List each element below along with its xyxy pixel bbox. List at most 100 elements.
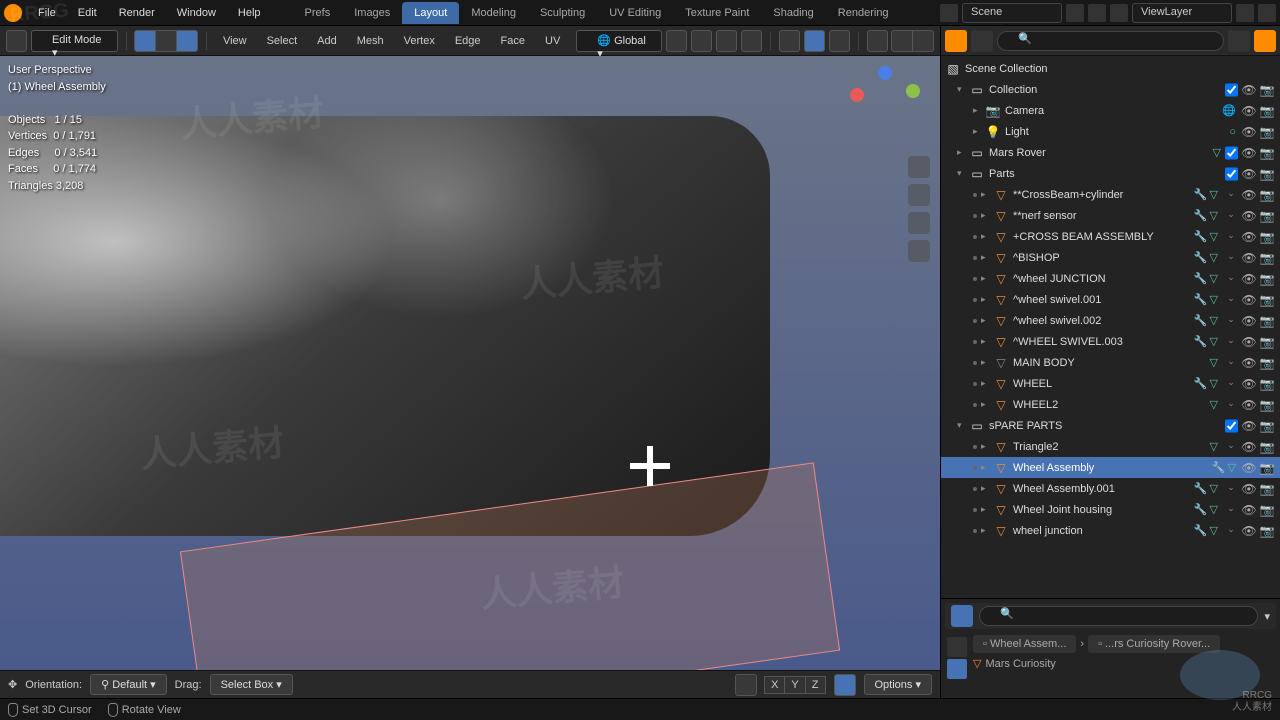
- scene-icon[interactable]: [940, 4, 958, 22]
- expand-toggle-icon[interactable]: ⌄: [1222, 251, 1240, 265]
- data-icon[interactable]: 🌐: [1222, 104, 1236, 117]
- snap-target-icon[interactable]: [716, 30, 737, 52]
- data-icon[interactable]: ▽: [1210, 377, 1218, 390]
- viewport-menu-edge[interactable]: Edge: [447, 31, 489, 51]
- orientation-move-icon[interactable]: ✥: [8, 678, 17, 691]
- snap-magnet-icon[interactable]: [691, 30, 712, 52]
- wrench-icon[interactable]: 🔧: [1194, 272, 1208, 285]
- disclosure-arrow-icon[interactable]: ▸: [981, 483, 993, 494]
- orientation-dropdown[interactable]: 🌐 Global ▾: [576, 30, 662, 52]
- render-toggle-icon[interactable]: 📷: [1258, 335, 1276, 349]
- visibility-toggle-icon[interactable]: 👁: [1240, 356, 1258, 370]
- render-toggle-icon[interactable]: 📷: [1258, 83, 1276, 97]
- viewport-menu-mesh[interactable]: Mesh: [349, 31, 392, 51]
- breadcrumb-object[interactable]: ▫ Wheel Assem...: [973, 635, 1076, 653]
- tree-row[interactable]: ▸▽Triangle2▽⌄👁📷: [941, 436, 1280, 457]
- wrench-icon[interactable]: 🔧: [1194, 230, 1208, 243]
- viewport-canvas[interactable]: User Perspective (1) Wheel Assembly Obje…: [0, 56, 940, 670]
- wireframe-shading-icon[interactable]: [891, 30, 913, 52]
- visibility-toggle-icon[interactable]: 👁: [1240, 104, 1258, 118]
- render-toggle-icon[interactable]: 📷: [1258, 125, 1276, 139]
- expand-toggle-icon[interactable]: ⌄: [1222, 377, 1240, 391]
- data-icon[interactable]: ▽: [1210, 398, 1218, 411]
- outliner-tree[interactable]: ▧ Scene Collection ▾▭Collection👁📷▸📷Camer…: [941, 56, 1280, 598]
- data-icon[interactable]: ▽: [1210, 272, 1218, 285]
- render-toggle-icon[interactable]: 📷: [1258, 293, 1276, 307]
- disclosure-arrow-icon[interactable]: ▸: [981, 462, 993, 473]
- menu-edit[interactable]: Edit: [68, 3, 107, 23]
- visibility-toggle-icon[interactable]: 👁: [1240, 440, 1258, 454]
- disclosure-arrow-icon[interactable]: ▸: [981, 294, 993, 305]
- data-icon[interactable]: ▽: [1210, 440, 1218, 453]
- viewport-menu-select[interactable]: Select: [259, 31, 306, 51]
- disclosure-arrow-icon[interactable]: ▸: [981, 378, 993, 389]
- render-toggle-icon[interactable]: 📷: [1258, 419, 1276, 433]
- render-toggle-icon[interactable]: 📷: [1258, 272, 1276, 286]
- disclosure-arrow-icon[interactable]: ▸: [981, 315, 993, 326]
- workspace-tab-layout[interactable]: Layout: [402, 2, 459, 24]
- menu-window[interactable]: Window: [167, 3, 226, 23]
- menu-help[interactable]: Help: [228, 3, 271, 23]
- data-icon[interactable]: ▽: [1210, 188, 1218, 201]
- expand-toggle-icon[interactable]: ⌄: [1222, 230, 1240, 244]
- overlays-icon[interactable]: [829, 30, 850, 52]
- expand-toggle-icon[interactable]: ⌄: [1222, 503, 1240, 517]
- disclosure-arrow-icon[interactable]: ▸: [981, 336, 993, 347]
- axis-y-toggle[interactable]: Y: [784, 676, 805, 694]
- tree-row[interactable]: ▸▽^wheel swivel.001🔧▽⌄👁📷: [941, 289, 1280, 310]
- data-icon[interactable]: ▽: [1210, 356, 1218, 369]
- workspace-tab-rendering[interactable]: Rendering: [826, 2, 901, 24]
- disclosure-arrow-icon[interactable]: ▸: [981, 210, 993, 221]
- disclosure-arrow-icon[interactable]: ▸: [981, 441, 993, 452]
- outliner-editor-icon[interactable]: [945, 30, 967, 52]
- props-search-input[interactable]: 🔍: [979, 606, 1258, 626]
- props-editor-icon[interactable]: [951, 605, 973, 627]
- render-toggle-icon[interactable]: 📷: [1258, 440, 1276, 454]
- data-icon[interactable]: ▽: [1210, 335, 1218, 348]
- disclosure-arrow-icon[interactable]: ▾: [957, 420, 969, 431]
- wrench-icon[interactable]: 🔧: [1194, 377, 1208, 390]
- workspace-tab-uv-editing[interactable]: UV Editing: [597, 2, 673, 24]
- visibility-toggle-icon[interactable]: 👁: [1240, 146, 1258, 160]
- tree-row[interactable]: ▸▽Wheel Joint housing🔧▽⌄👁📷: [941, 499, 1280, 520]
- pivot-icon[interactable]: [666, 30, 687, 52]
- viewlayer-delete-icon[interactable]: [1258, 4, 1276, 22]
- new-collection-icon[interactable]: [1254, 30, 1276, 52]
- axis-y-icon[interactable]: [906, 84, 920, 98]
- expand-toggle-icon[interactable]: ⌄: [1222, 398, 1240, 412]
- visibility-toggle-icon[interactable]: 👁: [1240, 335, 1258, 349]
- workspace-tab-prefs[interactable]: Prefs: [293, 2, 343, 24]
- automerge-icon[interactable]: [834, 674, 856, 696]
- visibility-toggle-icon[interactable]: 👁: [1240, 188, 1258, 202]
- data-icon[interactable]: ▽: [1210, 230, 1218, 243]
- disclosure-arrow-icon[interactable]: ▸: [981, 189, 993, 200]
- object-tab-icon[interactable]: [947, 659, 967, 679]
- expand-toggle-icon[interactable]: ⌄: [1222, 293, 1240, 307]
- render-toggle-icon[interactable]: 📷: [1258, 209, 1276, 223]
- expand-toggle-icon[interactable]: ⌄: [1222, 482, 1240, 496]
- tree-row[interactable]: ▸▽^wheel swivel.002🔧▽⌄👁📷: [941, 310, 1280, 331]
- visibility-toggle-icon[interactable]: 👁: [1240, 167, 1258, 181]
- wrench-icon[interactable]: 🔧: [1194, 188, 1208, 201]
- wrench-icon[interactable]: 🔧: [1194, 251, 1208, 264]
- visibility-toggle-icon[interactable]: 👁: [1240, 125, 1258, 139]
- visibility-toggle-icon[interactable]: 👁: [1240, 377, 1258, 391]
- visibility-toggle-icon[interactable]: 👁: [1240, 209, 1258, 223]
- tree-row[interactable]: ▸▽Wheel Assembly🔧▽👁📷: [941, 457, 1280, 478]
- render-toggle-icon[interactable]: 📷: [1258, 503, 1276, 517]
- data-icon[interactable]: ▽: [1210, 314, 1218, 327]
- material-slot-icon[interactable]: ▽: [973, 657, 981, 670]
- expand-toggle-icon[interactable]: ⌄: [1222, 440, 1240, 454]
- workspace-tab-images[interactable]: Images: [342, 2, 402, 24]
- exclude-checkbox[interactable]: [1225, 146, 1238, 160]
- expand-toggle-icon[interactable]: ⌄: [1222, 524, 1240, 538]
- wrench-icon[interactable]: 🔧: [1194, 209, 1208, 222]
- tool-tab-icon[interactable]: [947, 637, 967, 657]
- tree-row[interactable]: ▸▽MAIN BODY▽⌄👁📷: [941, 352, 1280, 373]
- exclude-checkbox[interactable]: [1225, 167, 1238, 181]
- workspace-tab-texture-paint[interactable]: Texture Paint: [673, 2, 761, 24]
- disclosure-arrow-icon[interactable]: ▸: [981, 252, 993, 263]
- display-mode-icon[interactable]: [971, 30, 993, 52]
- exclude-checkbox[interactable]: [1225, 83, 1238, 97]
- orientation-default-dropdown[interactable]: ⚲ Default ▾: [90, 674, 167, 695]
